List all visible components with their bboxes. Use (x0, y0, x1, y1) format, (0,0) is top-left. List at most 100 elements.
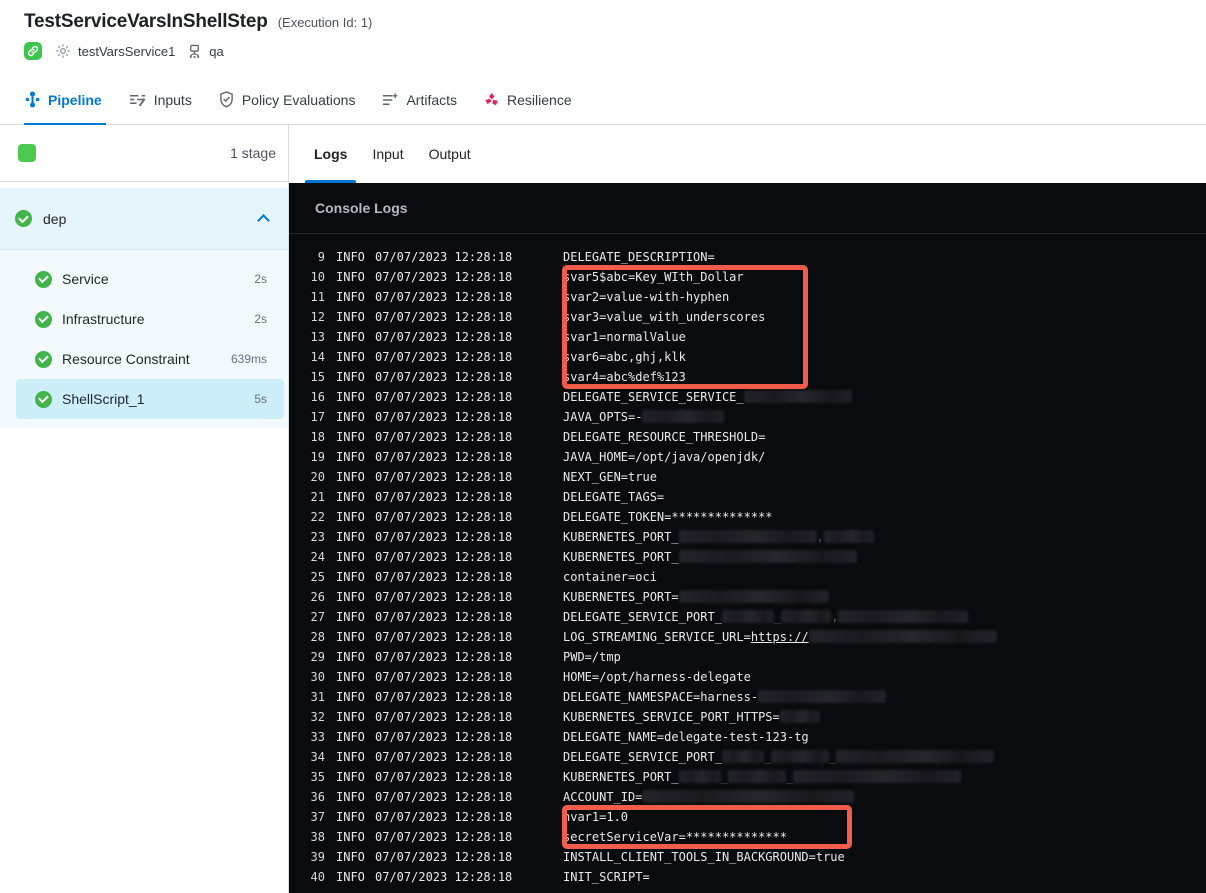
log-level: INFO (336, 370, 365, 384)
tab-output[interactable]: Output (429, 125, 471, 183)
log-text: JAVA_OPTS=- (563, 410, 643, 424)
redacted-text (823, 530, 874, 543)
log-timestamp: 07/07/2023 12:28:18 (375, 430, 513, 444)
log-level: INFO (336, 770, 365, 784)
log-level: INFO (336, 450, 365, 464)
step-label: Service (62, 271, 109, 287)
console: Console Logs 9 INFO 07/07/2023 12:28:18 DEL… (289, 183, 1206, 893)
log-line: 35 INFO 07/07/2023 12:28:18 KUBERNETES_PORT… (289, 767, 1206, 787)
log-message: INSTALL_CLIENT_TOOLS_IN_BACKGROUND=true (563, 850, 845, 864)
redacted-text (642, 410, 725, 423)
log-line-number: 25 (310, 570, 325, 584)
log-line: 20 INFO 07/07/2023 12:28:18 NEXT_GEN=true (289, 467, 1206, 487)
log-text: DELEGATE_SERVICE_PORT_ (563, 750, 722, 764)
log-text: , (831, 610, 839, 624)
stage-status-square[interactable] (18, 144, 36, 162)
log-line: 10 INFO 07/07/2023 12:28:18 svar5$abc=Key_W… (289, 267, 1206, 287)
log-line-number: 40 (310, 870, 325, 884)
stage-group-label: dep (43, 210, 67, 227)
log-link[interactable]: https:// (751, 630, 809, 644)
redacted-text (779, 710, 820, 723)
log-level: INFO (336, 710, 365, 724)
step-duration: 2s (254, 272, 267, 286)
success-check-icon (35, 350, 52, 368)
step-label: ShellScript_1 (62, 391, 145, 407)
log-timestamp: 07/07/2023 12:28:18 (375, 730, 513, 744)
log-message: DELEGATE_SERVICE_PORT_ _, (563, 610, 969, 624)
log-message: KUBERNETES_SERVICE_PORT_HTTPS= (563, 710, 820, 724)
stage-group-dep[interactable]: dep (0, 188, 288, 249)
log-text: DELEGATE_TOKEN=************** (563, 510, 773, 524)
log-line-number: 18 (310, 430, 325, 444)
log-message: KUBERNETES_PORT= (563, 590, 829, 604)
log-message: JAVA_OPTS=- (563, 410, 725, 424)
log-text: svar5$abc=Key_WIth_Dollar (563, 270, 744, 284)
log-level: INFO (336, 750, 365, 764)
log-text: KUBERNETES_SERVICE_PORT_HTTPS= (563, 710, 780, 724)
step-row-resource-constraint[interactable]: Resource Constraint 639ms (16, 339, 284, 379)
log-line: 33 INFO 07/07/2023 12:28:18 DELEGATE_NAME=d… (289, 727, 1206, 747)
step-row-shellscript-1[interactable]: ShellScript_1 5s (16, 379, 284, 419)
artifacts-icon (382, 92, 398, 107)
log-line-number: 23 (310, 530, 325, 544)
log-level: INFO (336, 870, 365, 884)
chevron-up-icon[interactable] (257, 214, 270, 227)
log-text: _ (773, 610, 782, 624)
log-text: INSTALL_CLIENT_TOOLS_IN_BACKGROUND=true (563, 850, 845, 864)
log-line: 24 INFO 07/07/2023 12:28:18 KUBERNETES_PORT… (289, 547, 1206, 567)
step-duration: 2s (254, 312, 267, 326)
log-message: JAVA_HOME=/opt/java/openjdk/ (563, 450, 765, 464)
log-timestamp: 07/07/2023 12:28:18 (375, 610, 513, 624)
tab-input[interactable]: Input (372, 125, 403, 183)
step-duration: 5s (254, 392, 267, 406)
log-text: KUBERNETES_PORT= (563, 590, 679, 604)
log-level: INFO (336, 350, 365, 364)
log-message: KUBERNETES_PORT_, (563, 530, 874, 544)
log-timestamp: 07/07/2023 12:28:18 (375, 710, 513, 724)
log-line-number: 10 (310, 270, 325, 284)
log-lines[interactable]: 9 INFO 07/07/2023 12:28:18 DELEGATE_DESCRIP… (289, 234, 1206, 887)
log-text: _ (829, 750, 837, 764)
log-text: ACCOUNT_ID= (563, 790, 643, 804)
log-line: 39 INFO 07/07/2023 12:28:18 INSTALL_CLIENT_… (289, 847, 1206, 867)
log-text: HOME=/opt/harness-delegate (563, 670, 751, 684)
log-line: 16 INFO 07/07/2023 12:28:18 DELEGATE_SERVIC… (289, 387, 1206, 407)
log-level: INFO (336, 270, 365, 284)
log-timestamp: 07/07/2023 12:28:18 (375, 310, 513, 324)
tab-policy-evaluations[interactable]: Policy Evaluations (219, 75, 355, 124)
log-line-number: 19 (310, 450, 325, 464)
tab-artifacts[interactable]: Artifacts (382, 75, 457, 124)
log-text: JAVA_HOME=/opt/java/openjdk/ (563, 450, 766, 464)
log-level: INFO (336, 390, 365, 404)
tab-pipeline[interactable]: Pipeline (24, 75, 106, 125)
main-tab-bar: Pipeline Inputs Policy Evaluations Artif… (0, 75, 1206, 125)
log-text: PWD=/tmp (563, 650, 621, 664)
log-timestamp: 07/07/2023 12:28:18 (375, 410, 513, 424)
tab-logs[interactable]: Logs (304, 125, 358, 183)
log-level: INFO (336, 630, 365, 644)
log-line: 31 INFO 07/07/2023 12:28:18 DELEGATE_NAMESP… (289, 687, 1206, 707)
log-level: INFO (336, 830, 365, 844)
redacted-text (781, 610, 832, 623)
step-row-service[interactable]: Service 2s (16, 259, 284, 299)
resilience-icon (484, 92, 499, 107)
step-label: Infrastructure (62, 311, 145, 327)
log-level: INFO (336, 410, 365, 424)
log-line-number: 35 (310, 770, 325, 784)
log-message: DELEGATE_DESCRIPTION= (563, 250, 715, 264)
execution-id-label: (Execution Id: 1) (277, 15, 373, 30)
step-row-infrastructure[interactable]: Infrastructure 2s (16, 299, 284, 339)
log-level: INFO (336, 590, 365, 604)
log-line-number: 24 (310, 550, 325, 564)
tab-resilience[interactable]: Resilience (484, 75, 572, 124)
log-timestamp: 07/07/2023 12:28:18 (375, 670, 513, 684)
tab-inputs[interactable]: Inputs (129, 75, 192, 124)
log-level: INFO (336, 610, 365, 624)
log-text: KUBERNETES_PORT_ (563, 530, 679, 544)
log-timestamp: 07/07/2023 12:28:18 (375, 550, 513, 564)
tab-inputs-label: Inputs (153, 91, 192, 108)
log-text: DELEGATE_DESCRIPTION= (563, 250, 715, 264)
log-level: INFO (336, 430, 365, 444)
log-timestamp: 07/07/2023 12:28:18 (375, 330, 513, 344)
service-name: testVarsService1 (78, 43, 176, 59)
